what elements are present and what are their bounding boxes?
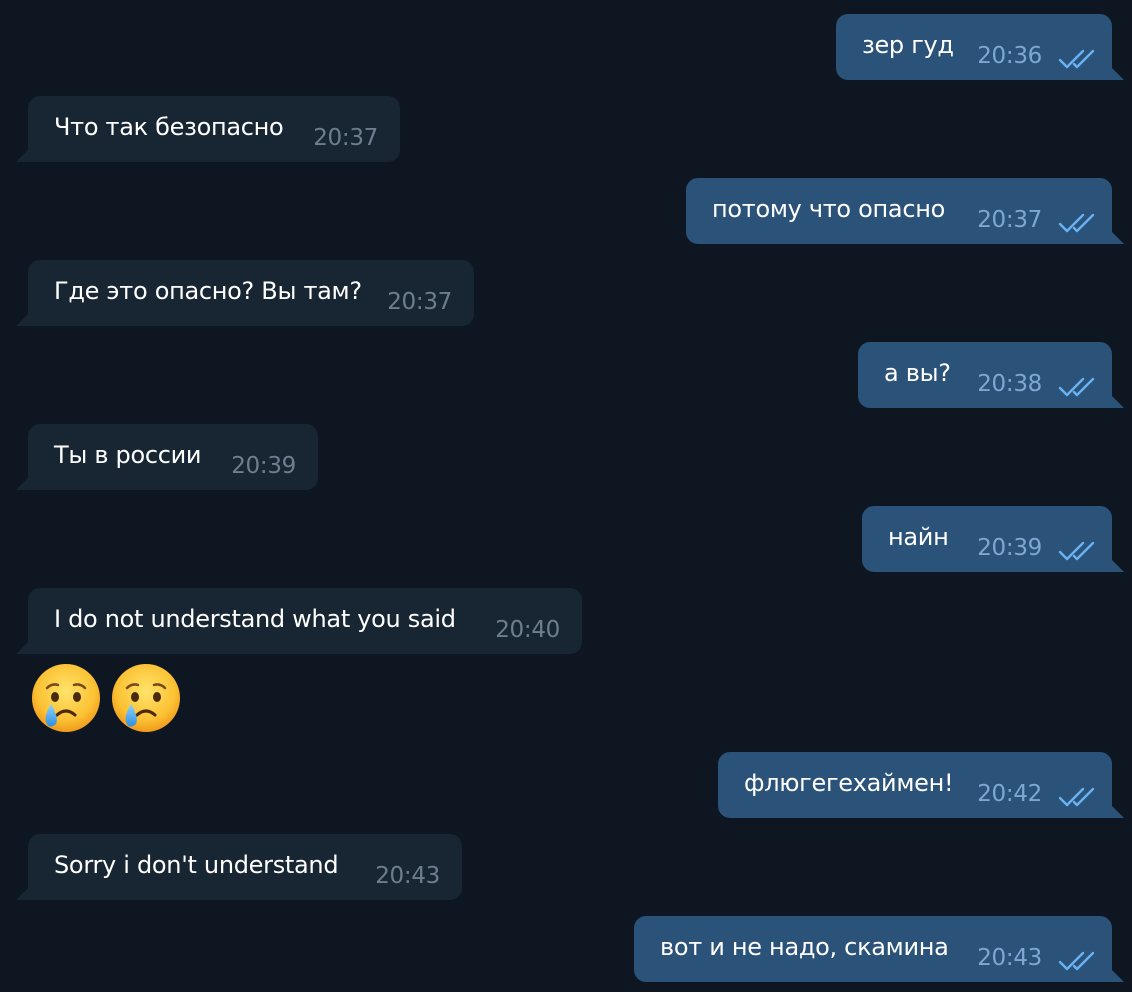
message-time: 20:36 [977, 43, 1042, 69]
outgoing-message[interactable]: зер гуд 20:36 [836, 14, 1124, 80]
message-text: вот и не надо, скамина [660, 933, 949, 961]
message-time: 20:43 [375, 863, 440, 889]
message-text: флюгегехаймен! [744, 769, 954, 797]
double-check-icon [1058, 540, 1096, 562]
message-text: Где это опасно? Вы там? [54, 277, 362, 305]
message-time: 20:37 [387, 289, 452, 315]
double-check-icon [1058, 786, 1096, 808]
message-time: 20:37 [313, 125, 378, 151]
message-text: Ты в россии [54, 441, 202, 469]
incoming-message[interactable]: Где это опасно? Вы там? 20:37 [16, 260, 474, 326]
double-check-icon [1058, 950, 1096, 972]
incoming-message[interactable]: Что так безопасно 20:37 [16, 96, 400, 162]
crying-face-emoji [110, 662, 182, 734]
message-text: Sorry i don't understand [54, 851, 339, 879]
message-time: 20:40 [495, 617, 560, 643]
message-time: 20:38 [977, 371, 1042, 397]
double-check-icon [1058, 212, 1096, 234]
message-text: I do not understand what you said [54, 605, 456, 633]
outgoing-message[interactable]: флюгегехаймен! 20:42 [718, 752, 1124, 818]
crying-face-emoji [30, 662, 102, 734]
message-text: а вы? [884, 359, 951, 387]
outgoing-message[interactable]: а вы? 20:38 [858, 342, 1124, 408]
double-check-icon [1058, 48, 1096, 70]
incoming-message[interactable]: Ты в россии 20:39 [16, 424, 318, 490]
message-text: Что так безопасно [54, 113, 284, 141]
incoming-message[interactable]: I do not understand what you said 20:40 [16, 588, 582, 654]
message-text: потому что опасно [712, 195, 946, 223]
outgoing-message[interactable]: вот и не надо, скамина 20:43 [634, 916, 1124, 982]
incoming-message[interactable]: Sorry i don't understand 20:43 [16, 834, 462, 900]
message-time: 20:37 [977, 207, 1042, 233]
message-time: 20:43 [977, 945, 1042, 971]
message-text: найн [888, 523, 949, 551]
message-time: 20:42 [977, 781, 1042, 807]
double-check-icon [1058, 376, 1096, 398]
message-time: 20:39 [977, 535, 1042, 561]
outgoing-message[interactable]: найн 20:39 [862, 506, 1124, 572]
message-time: 20:39 [231, 453, 296, 479]
outgoing-message[interactable]: потому что опасно 20:37 [686, 178, 1124, 244]
message-text: зер гуд [862, 31, 954, 59]
